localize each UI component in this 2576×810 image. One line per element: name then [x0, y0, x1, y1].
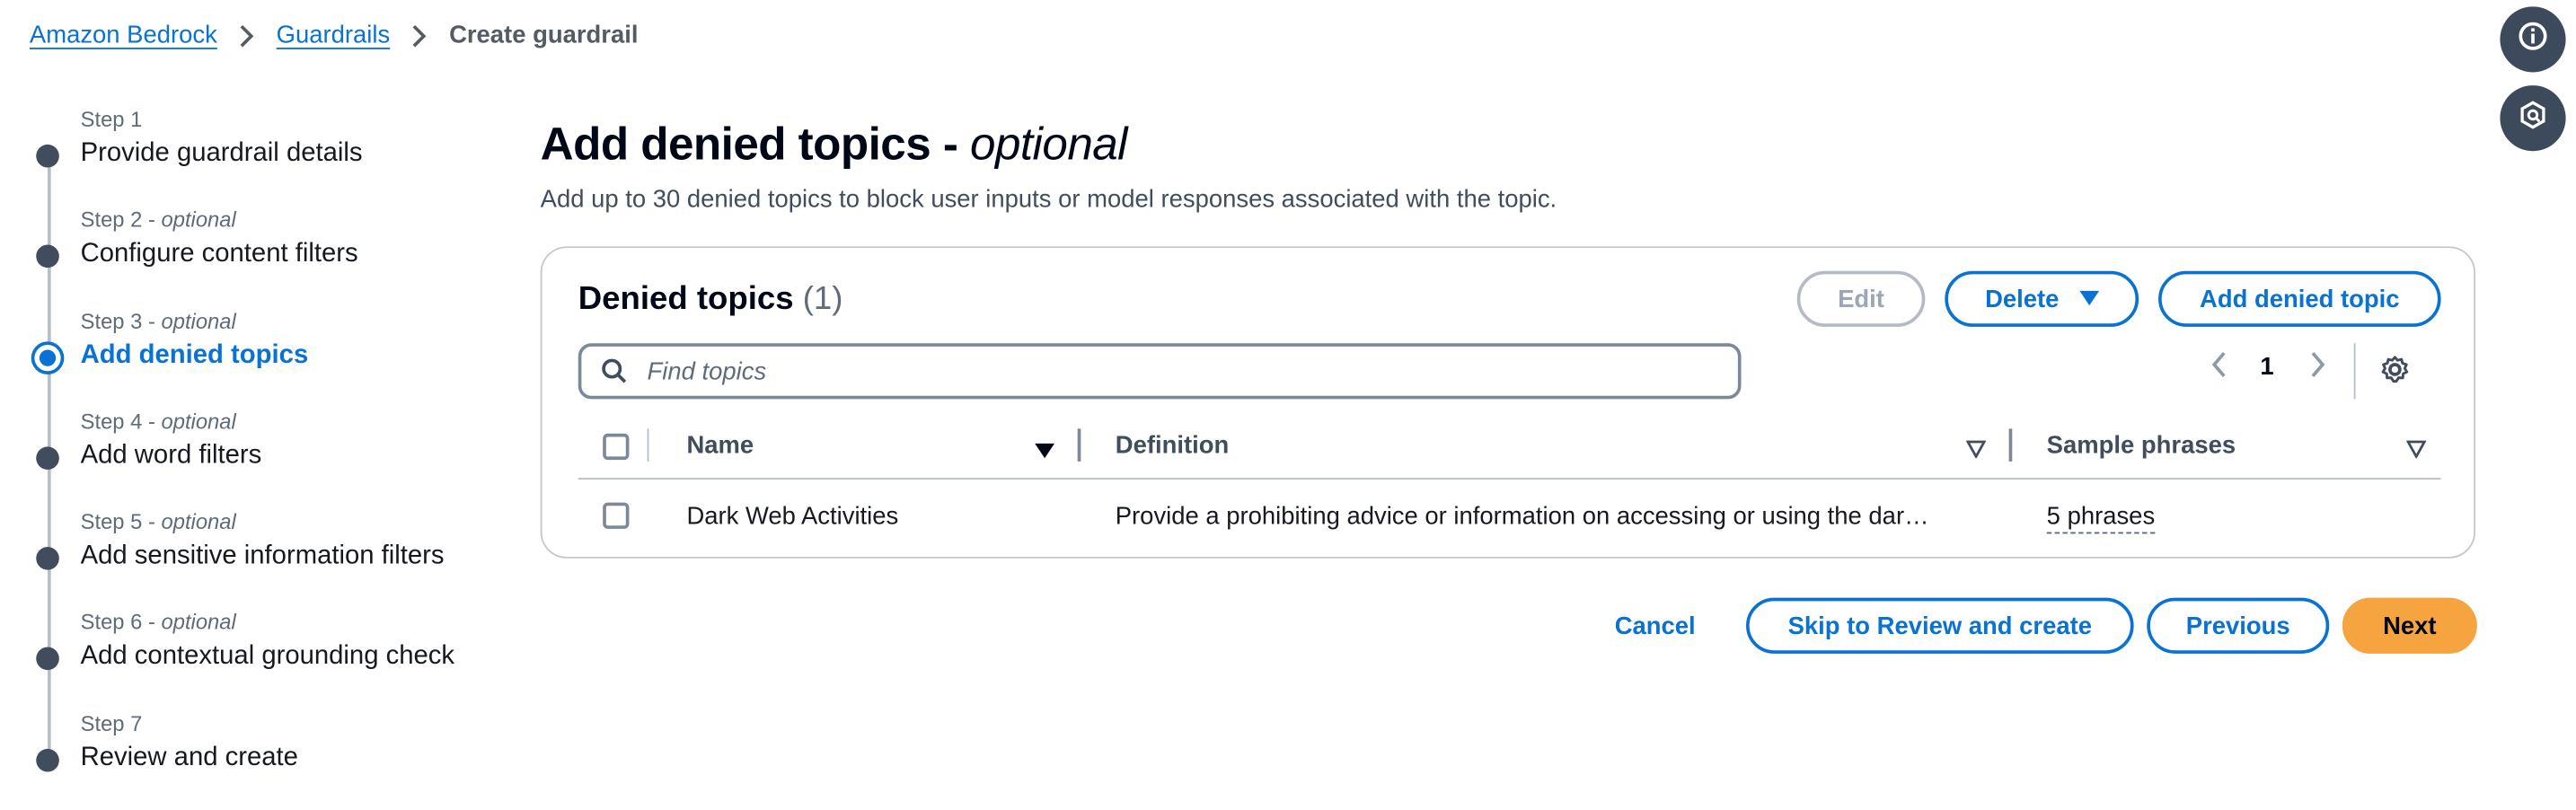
column-header-name[interactable]: Name — [686, 432, 754, 460]
sort-descending-icon[interactable] — [1035, 438, 1055, 468]
caret-down-icon — [2078, 290, 2099, 307]
step-dot — [36, 446, 59, 470]
step-7[interactable]: Step 7 Review and create — [30, 706, 506, 806]
search-input-container[interactable] — [578, 343, 1742, 400]
page-description: Add up to 30 denied topics to block user… — [540, 185, 1557, 214]
step-label: Step 3 - optional — [80, 308, 236, 333]
sort-icon[interactable] — [1965, 436, 1987, 466]
edit-button[interactable]: Edit — [1796, 270, 1926, 327]
step-label: Step 5 - optional — [80, 509, 236, 534]
column-resizer[interactable] — [1077, 428, 1081, 462]
feedback-icon — [2519, 100, 2548, 137]
step-dot — [36, 748, 59, 772]
step-title: Configure content filters — [80, 240, 358, 269]
step-5[interactable]: Step 5 - optional Add sensitive informat… — [30, 505, 506, 605]
table-count: (1) — [802, 280, 843, 317]
step-1[interactable]: Step 1 Provide guardrail details — [30, 101, 506, 202]
row-definition: Provide a prohibiting advice or informat… — [1115, 502, 1929, 531]
step-3[interactable]: Step 3 - optional Add denied topics — [30, 304, 506, 404]
step-title: Add contextual grounding check — [80, 642, 455, 672]
row-name: Dark Web Activities — [686, 502, 899, 531]
pagination-divider — [2353, 343, 2356, 400]
step-dot-active — [31, 340, 65, 374]
pagination-next-icon[interactable] — [2307, 350, 2327, 380]
step-label: Step 6 - optional — [80, 610, 236, 635]
step-label: Step 7 — [80, 710, 143, 735]
select-all-checkbox[interactable] — [603, 433, 630, 461]
info-button[interactable] — [2500, 6, 2566, 73]
step-2[interactable]: Step 2 - optional Configure content filt… — [30, 202, 506, 303]
add-denied-topic-button[interactable]: Add denied topic — [2158, 270, 2441, 327]
delete-button[interactable]: Delete — [1945, 270, 2139, 327]
pagination-page-number[interactable]: 1 — [2260, 353, 2273, 381]
column-resizer[interactable] — [2008, 428, 2013, 462]
step-title: Add sensitive information filters — [80, 541, 445, 570]
pagination-prev-icon[interactable] — [2210, 350, 2229, 380]
step-dot — [36, 547, 59, 570]
step-dot — [36, 647, 59, 672]
step-4[interactable]: Step 4 - optional Add word filters — [30, 404, 506, 505]
step-label: Step 2 - optional — [80, 207, 236, 233]
step-title: Provide guardrail details — [80, 139, 363, 168]
step-label: Step 1 — [80, 106, 143, 132]
column-separator — [647, 428, 649, 462]
table-header-divider — [578, 478, 2441, 480]
settings-gear-icon[interactable] — [2380, 355, 2410, 384]
search-icon — [601, 358, 627, 384]
step-title: Review and create — [80, 744, 298, 772]
skip-to-review-button[interactable]: Skip to Review and create — [1746, 597, 2134, 654]
page-title: Add denied topics - optional — [540, 118, 1128, 170]
table-title: Denied topics (1) — [578, 280, 843, 317]
row-checkbox[interactable] — [603, 502, 630, 529]
previous-button[interactable]: Previous — [2147, 597, 2330, 654]
step-dot — [36, 245, 59, 269]
search-input[interactable] — [643, 355, 1702, 387]
chevron-right-icon — [239, 24, 255, 48]
sort-icon[interactable] — [2405, 436, 2427, 466]
step-label: Step 4 - optional — [80, 409, 236, 434]
next-button[interactable]: Next — [2342, 597, 2477, 654]
step-6[interactable]: Step 6 - optional Add contextual groundi… — [30, 605, 506, 706]
cancel-button[interactable]: Cancel — [1615, 612, 1696, 640]
chevron-right-icon — [411, 24, 428, 48]
breadcrumb: Amazon Bedrock Guardrails Create guardra… — [30, 22, 639, 49]
breadcrumb-amazon-bedrock[interactable]: Amazon Bedrock — [30, 22, 217, 49]
feedback-button[interactable] — [2500, 85, 2566, 152]
step-title: Add word filters — [80, 441, 262, 470]
step-title-active: Add denied topics — [80, 340, 309, 369]
breadcrumb-guardrails[interactable]: Guardrails — [277, 22, 391, 49]
wizard-steps: Step 1 Provide guardrail details Step 2 … — [30, 101, 506, 806]
breadcrumb-current: Create guardrail — [449, 21, 639, 49]
info-icon — [2519, 21, 2548, 58]
column-header-sample-phrases[interactable]: Sample phrases — [2047, 432, 2236, 460]
denied-topics-table-panel: Denied topics (1) Edit Delete Add denied… — [540, 246, 2476, 559]
row-sample-phrases[interactable]: 5 phrases — [2046, 502, 2156, 534]
column-header-definition[interactable]: Definition — [1116, 432, 1229, 460]
step-dot — [36, 144, 59, 168]
